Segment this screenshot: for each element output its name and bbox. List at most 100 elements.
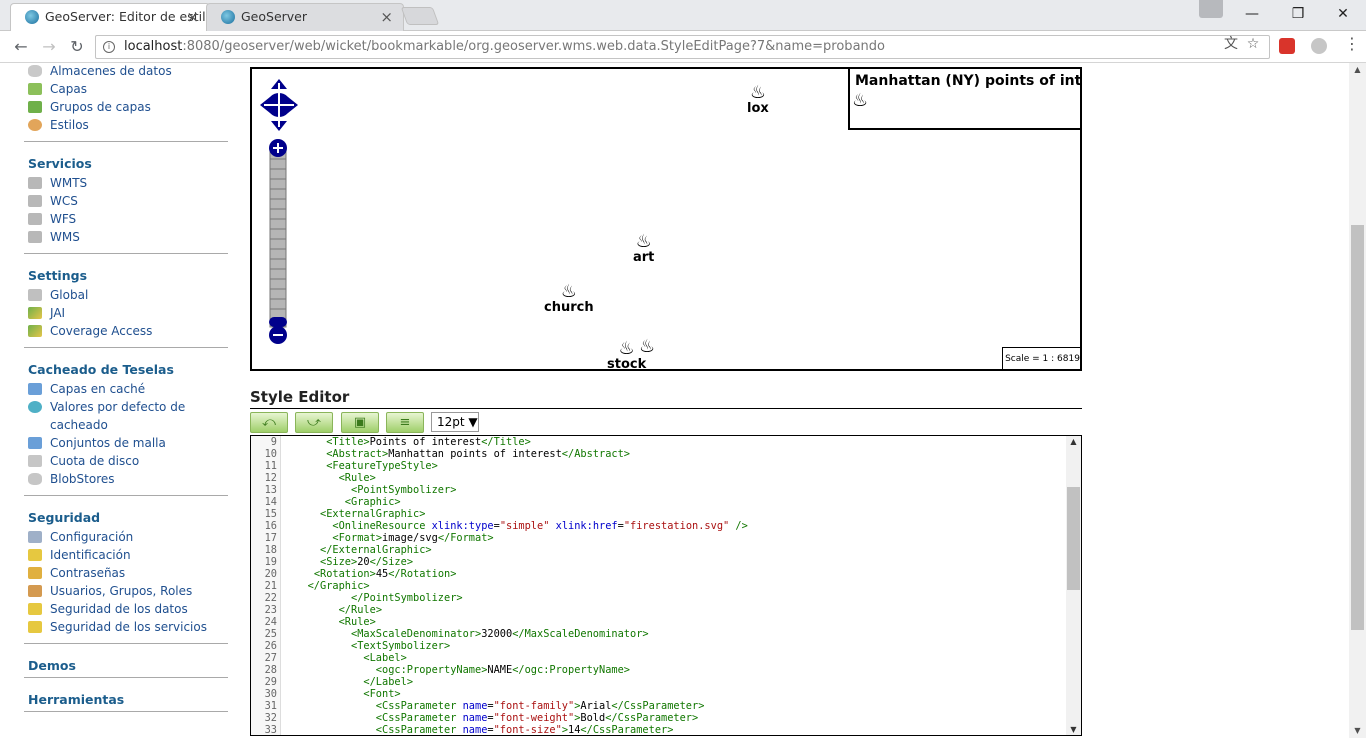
sidebar-item-grupos-capas[interactable]: Grupos de capas: [24, 98, 228, 116]
new-tab-button[interactable]: [400, 7, 440, 25]
sidebar-item-wms[interactable]: WMS: [24, 228, 228, 246]
sidebar-item-cuota-disco[interactable]: Cuota de disco: [24, 452, 228, 470]
code-line[interactable]: 21 </Graphic>: [251, 580, 1066, 592]
firestation-icon: ♨: [639, 336, 656, 357]
code-line[interactable]: 23 </Rule>: [251, 604, 1066, 616]
address-bar[interactable]: i localhost:8080/geoserver/web/wicket/boo…: [95, 35, 1270, 59]
sidebar-item-wfs[interactable]: WFS: [24, 210, 228, 228]
code-lines[interactable]: 9 <Title>Points of interest</Title> 10 <A…: [251, 436, 1066, 736]
code-line[interactable]: 30 <Font>: [251, 688, 1066, 700]
line-content: <CssParameter name="font-size">14</CssPa…: [375, 724, 674, 736]
close-icon[interactable]: ×: [380, 4, 393, 30]
minimize-button[interactable]: —: [1229, 0, 1275, 28]
sidebar-item-blobstores[interactable]: BlobStores: [24, 470, 228, 488]
back-arrow-icon[interactable]: ←: [10, 37, 32, 57]
code-line[interactable]: 11 <FeatureTypeStyle>: [251, 460, 1066, 472]
translate-icon[interactable]: 文: [1222, 35, 1240, 53]
scroll-up-arrow-icon[interactable]: ▲: [1066, 437, 1081, 446]
reload-icon[interactable]: ↻: [66, 37, 88, 57]
legend-firestation-icon: ♨: [852, 90, 869, 111]
code-line[interactable]: 19 <Size>20</Size>: [251, 556, 1066, 568]
sidebar-item-seguridad-datos[interactable]: Seguridad de los datos: [24, 600, 228, 618]
code-line[interactable]: 17 <Format>image/svg</Format>: [251, 532, 1066, 544]
code-line[interactable]: 10 <Abstract>Manhattan points of interes…: [251, 448, 1066, 460]
scroll-down-arrow-icon[interactable]: ▼: [1349, 724, 1366, 738]
datastore-icon: [28, 65, 42, 77]
page-scrollbar[interactable]: ▲ ▼: [1349, 63, 1366, 738]
sidebar-item-wmts[interactable]: WMTS: [24, 174, 228, 192]
maximize-button[interactable]: ❒: [1275, 0, 1321, 28]
code-line[interactable]: 31 <CssParameter name="font-family">Aria…: [251, 700, 1066, 712]
code-editor[interactable]: 9 <Title>Points of interest</Title> 10 <A…: [250, 435, 1082, 736]
sidebar-item-usuarios[interactable]: Usuarios, Grupos, Roles: [24, 582, 228, 600]
line-number: 19: [264, 556, 277, 568]
section-title-herramientas[interactable]: Herramientas: [24, 686, 228, 710]
zoom-bar[interactable]: [268, 139, 288, 347]
code-line[interactable]: 18 </ExternalGraphic>: [251, 544, 1066, 556]
code-line[interactable]: 25 <MaxScaleDenominator>32000</MaxScaleD…: [251, 628, 1066, 640]
redo-button[interactable]: ⤻: [295, 412, 333, 433]
code-line[interactable]: 26 <TextSymbolizer>: [251, 640, 1066, 652]
code-line[interactable]: 33 <CssParameter name="font-size">14</Cs…: [251, 724, 1066, 736]
code-line[interactable]: 16 <OnlineResource xlink:type="simple" x…: [251, 520, 1066, 532]
code-line[interactable]: 20 <Rotation>45</Rotation>: [251, 568, 1066, 580]
close-icon[interactable]: ×: [186, 4, 199, 30]
code-line[interactable]: 24 <Rule>: [251, 616, 1066, 628]
sidebar-item-wcs[interactable]: WCS: [24, 192, 228, 210]
map-preview[interactable]: Manhattan (NY) points of intere ♨ ♨ lox ♨…: [250, 67, 1082, 371]
format-button[interactable]: ≡: [386, 412, 424, 433]
separator: [24, 347, 228, 348]
line-content: <FeatureTypeStyle>: [326, 460, 438, 472]
profile-icon[interactable]: [1199, 0, 1223, 18]
style-editor-title: Style Editor: [250, 388, 1082, 409]
code-line[interactable]: 29 </Label>: [251, 676, 1066, 688]
editor-scroll-thumb[interactable]: [1067, 487, 1080, 590]
scroll-up-arrow-icon[interactable]: ▲: [1349, 63, 1366, 77]
sidebar-item-capas[interactable]: Capas: [24, 80, 228, 98]
font-size-select[interactable]: 12pt ▼: [431, 412, 479, 432]
layers-icon: [28, 83, 42, 95]
sidebar-item-valores-defecto[interactable]: Valores por defecto de cacheado: [24, 398, 228, 434]
extension-drive-icon[interactable]: [1311, 38, 1327, 54]
code-line[interactable]: 13 <PointSymbolizer>: [251, 484, 1066, 496]
sidebar-item-identificacion[interactable]: Identificación: [24, 546, 228, 564]
bookmark-star-icon[interactable]: ☆: [1244, 35, 1262, 53]
sidebar-item-seguridad-servicios[interactable]: Seguridad de los servicios: [24, 618, 228, 636]
sidebar-item-coverage-access[interactable]: Coverage Access: [24, 322, 228, 340]
scroll-thumb[interactable]: [1351, 225, 1364, 630]
sidebar-item-contrasenas[interactable]: Contraseñas: [24, 564, 228, 582]
tab-geoserver-style-editor[interactable]: GeoServer: Editor de estilos ×: [10, 3, 210, 31]
sidebar-item-conjuntos-malla[interactable]: Conjuntos de malla: [24, 434, 228, 452]
editor-scrollbar[interactable]: ▲ ▼: [1066, 436, 1081, 735]
forward-arrow-icon[interactable]: →: [38, 37, 60, 57]
sidebar-item-global[interactable]: Global: [24, 286, 228, 304]
code-line[interactable]: 15 <ExternalGraphic>: [251, 508, 1066, 520]
sidebar-item-capas-cache[interactable]: Capas en caché: [24, 380, 228, 398]
extension-pdf-icon[interactable]: [1279, 38, 1295, 54]
section-title-demos[interactable]: Demos: [24, 652, 228, 676]
line-content: <Rotation>45</Rotation>: [313, 568, 457, 580]
code-line[interactable]: 9 <Title>Points of interest</Title>: [251, 436, 1066, 448]
code-line[interactable]: 28 <ogc:PropertyName>NAME</ogc:PropertyN…: [251, 664, 1066, 676]
sidebar-item-configuracion[interactable]: Configuración: [24, 528, 228, 546]
code-line[interactable]: 22 </PointSymbolizer>: [251, 592, 1066, 604]
scroll-down-arrow-icon[interactable]: ▼: [1066, 725, 1081, 734]
code-line[interactable]: 14 <Graphic>: [251, 496, 1066, 508]
info-icon[interactable]: i: [103, 41, 115, 53]
sidebar-item-estilos[interactable]: Estilos: [24, 116, 228, 134]
browser-tab-strip: GeoServer: Editor de estilos × GeoServer…: [0, 0, 1366, 31]
tab-geoserver[interactable]: GeoServer ×: [206, 3, 404, 31]
preview-image-button[interactable]: ▣: [341, 412, 379, 433]
sidebar-item-jai[interactable]: JAI: [24, 304, 228, 322]
line-number: 20: [264, 568, 277, 580]
sidebar-item-almacenes[interactable]: Almacenes de datos: [24, 62, 228, 80]
code-line[interactable]: 12 <Rule>: [251, 472, 1066, 484]
pan-control[interactable]: [260, 79, 298, 131]
code-line[interactable]: 27 <Label>: [251, 652, 1066, 664]
layer-group-icon: [28, 101, 42, 113]
menu-icon[interactable]: ⋮: [1343, 35, 1361, 53]
close-window-button[interactable]: ✕: [1320, 0, 1366, 28]
undo-button[interactable]: ⤺: [250, 412, 288, 433]
code-line[interactable]: 32 <CssParameter name="font-weight">Bold…: [251, 712, 1066, 724]
line-content: <TextSymbolizer>: [351, 640, 451, 652]
